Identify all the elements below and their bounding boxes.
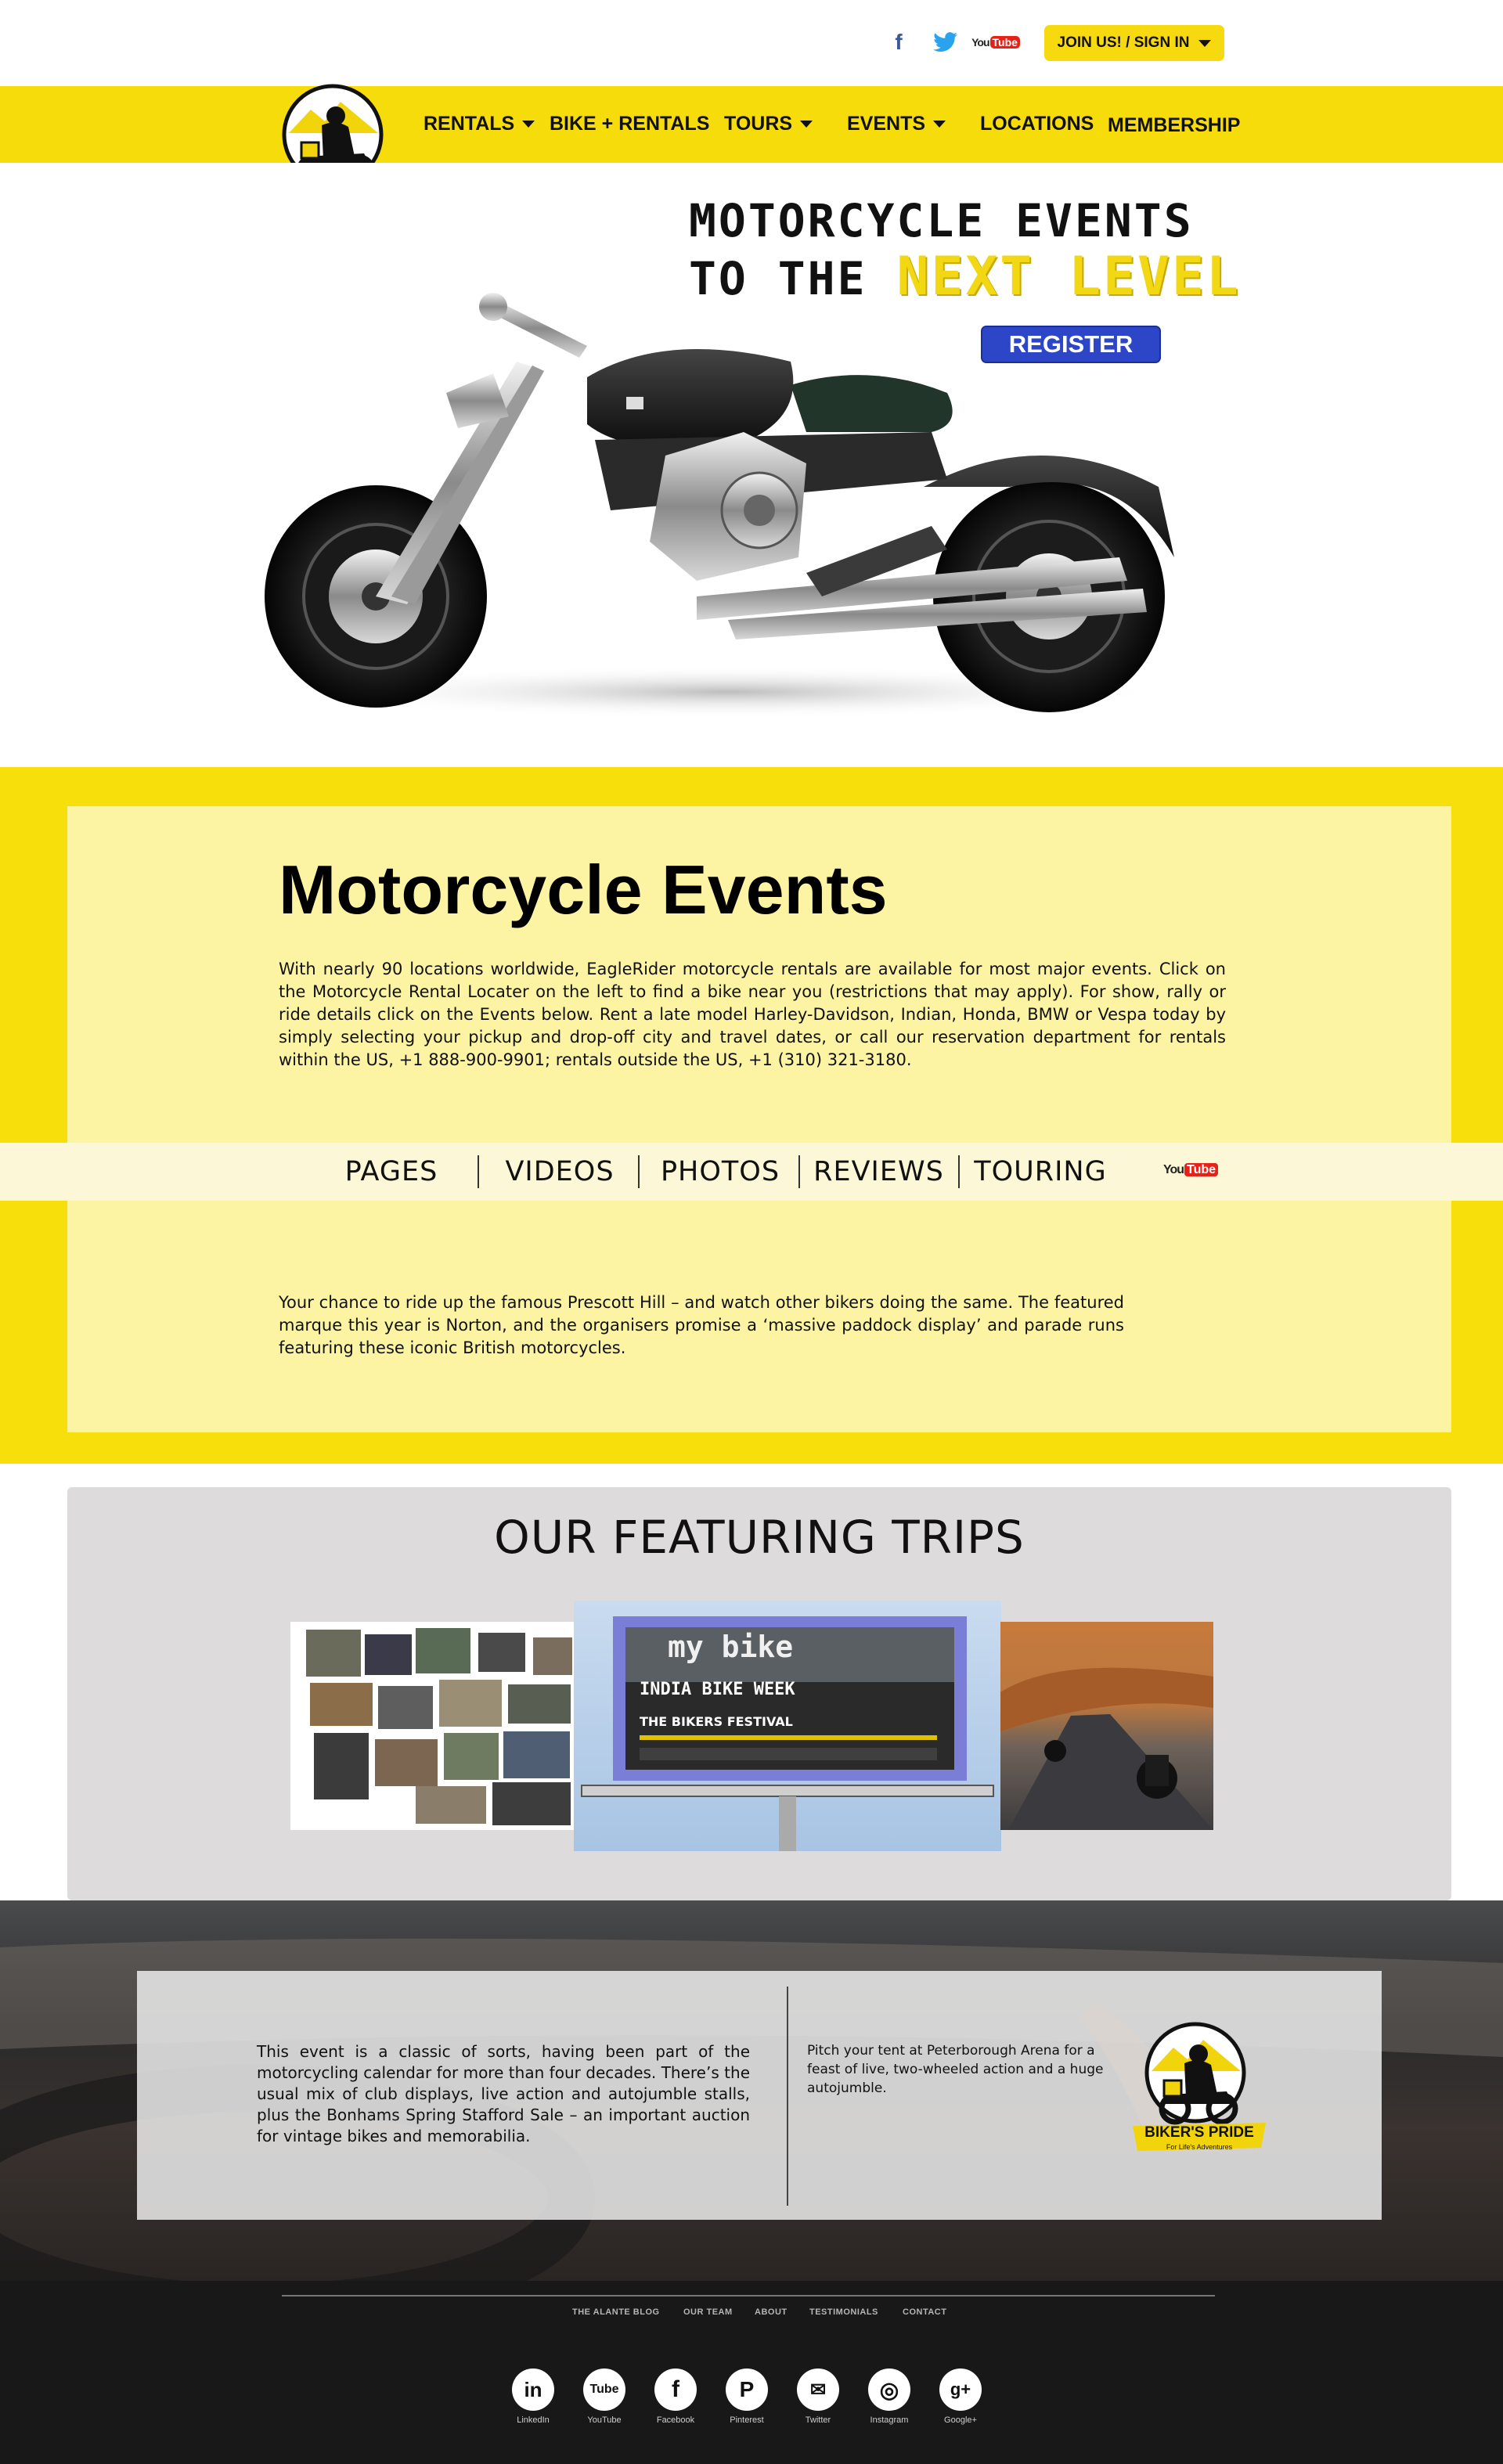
nav-locations[interactable]: LOCATIONS xyxy=(980,108,1094,139)
twitter-icon[interactable] xyxy=(932,30,960,55)
youtube-icon[interactable]: You Tube xyxy=(971,30,1020,55)
tab-divider xyxy=(638,1155,640,1188)
hero-headline-highlight: NEXT LEVEL xyxy=(896,246,1241,308)
footer-link-blog[interactable]: THE ALANTE BLOG xyxy=(572,2307,660,2317)
social-label: LinkedIn xyxy=(517,2415,550,2425)
linkedin-icon: in xyxy=(512,2369,554,2411)
hero-banner: MOTORCYCLE EVENTS TO THE NEXT LEVEL REGI… xyxy=(0,163,1503,767)
footer-divider xyxy=(282,2295,1215,2296)
nav-events-label: EVENTS xyxy=(847,112,926,135)
join-signin-button[interactable]: JOIN US! / SIGN IN xyxy=(1044,25,1224,61)
tab-pages[interactable]: PAGES xyxy=(329,1143,454,1201)
twitter-icon: ✉ xyxy=(797,2369,839,2411)
twitter-link[interactable]: ✉ Twitter xyxy=(794,2369,842,2425)
trip-billboard-image[interactable]: my bike INDIA BIKE WEEK THE BIKERS FESTI… xyxy=(574,1601,1001,1851)
nav-rentals-label: RENTALS xyxy=(424,112,515,135)
billboard-title: my bike xyxy=(668,1630,793,1664)
events-tab-strip: PAGES VIDEOS PHOTOS REVIEWS TOURING You T… xyxy=(0,1143,1503,1201)
social-label: Twitter xyxy=(805,2415,831,2425)
footer-event-card: This event is a classic of sorts, having… xyxy=(137,1971,1382,2220)
instagram-link[interactable]: ◎ Instagram xyxy=(865,2369,914,2425)
footer-link-testimonials[interactable]: TESTIMONIALS xyxy=(809,2307,878,2317)
facebook-link[interactable]: f Facebook xyxy=(651,2369,700,2425)
youtube-word-tube: Tube xyxy=(1184,1163,1219,1176)
road-illustration xyxy=(1000,1667,1213,1830)
pinterest-link[interactable]: P Pinterest xyxy=(723,2369,771,2425)
tab-divider xyxy=(798,1155,800,1188)
top-bar: f You Tube JOIN US! / SIGN IN xyxy=(0,0,1503,86)
tab-reviews[interactable]: REVIEWS xyxy=(806,1143,951,1201)
linkedin-link[interactable]: in LinkedIn xyxy=(509,2369,557,2425)
chevron-down-icon xyxy=(522,120,535,128)
nav-tours[interactable]: TOURS xyxy=(724,108,813,139)
youtube-link[interactable]: Tube YouTube xyxy=(580,2369,629,2425)
logo-tagline: For Life's Adventures xyxy=(1166,2143,1233,2151)
tab-videos[interactable]: VIDEOS xyxy=(493,1143,626,1201)
trip-collage-image[interactable] xyxy=(290,1622,577,1830)
youtube-icon[interactable]: You Tube xyxy=(1163,1163,1219,1177)
tab-divider xyxy=(958,1155,960,1188)
billboard-festival: THE BIKERS FESTIVAL xyxy=(640,1714,793,1729)
hero-headline-line2: TO THE NEXT LEVEL xyxy=(689,246,1241,308)
main-nav: RENTALS BIKE + RENTALS TOURS EVENTS LOCA… xyxy=(0,86,1503,163)
google-plus-link[interactable]: g+ Google+ xyxy=(936,2369,985,2425)
featuring-trips-section: OUR FEATURING TRIPS my bike INDIA BIKE W… xyxy=(67,1487,1451,1900)
footer-link-contact[interactable]: CONTACT xyxy=(903,2307,946,2317)
social-label: Google+ xyxy=(944,2415,977,2425)
events-title: Motorcycle Events xyxy=(279,851,888,928)
nav-bike-rentals[interactable]: BIKE + RENTALS xyxy=(550,108,709,139)
nav-events[interactable]: EVENTS xyxy=(847,108,946,139)
facebook-icon: f xyxy=(654,2369,697,2411)
chevron-down-icon xyxy=(800,120,813,128)
collage-illustration xyxy=(306,1628,572,1825)
bikers-pride-logo-footer: BIKER'S PRIDE For Life's Adventures xyxy=(1133,2016,1266,2169)
join-signin-label: JOIN US! / SIGN IN xyxy=(1057,34,1190,51)
billboard-illustration: my bike INDIA BIKE WEEK THE BIKERS FESTI… xyxy=(581,1616,994,1851)
register-button[interactable]: REGISTER xyxy=(981,326,1161,363)
instagram-icon: ◎ xyxy=(868,2369,910,2411)
nav-tours-label: TOURS xyxy=(724,112,793,135)
youtube-word-you: You xyxy=(1163,1163,1184,1176)
pitch-tent-description: Pitch your tent at Peterborough Arena fo… xyxy=(807,2043,1104,2096)
trips-title: OUR FEATURING TRIPS xyxy=(494,1511,1025,1564)
hero-headline-prefix: TO THE xyxy=(689,252,897,305)
pinterest-icon: P xyxy=(726,2369,768,2411)
events-section: Motorcycle Events With nearly 90 locatio… xyxy=(0,767,1503,1464)
card-divider xyxy=(787,1987,788,2206)
prescott-description: Your chance to ride up the famous Presco… xyxy=(279,1293,1124,1357)
youtube-word-you: You xyxy=(971,36,989,49)
nav-rentals[interactable]: RENTALS xyxy=(424,108,535,139)
twitter-bird-shape xyxy=(933,32,957,52)
youtube-word-tube: Tube xyxy=(989,36,1020,49)
social-label: YouTube xyxy=(587,2415,622,2425)
nav-bike-rentals-label: BIKE + RENTALS xyxy=(550,112,710,135)
events-card: Motorcycle Events With nearly 90 locatio… xyxy=(67,806,1451,1432)
nav-membership[interactable]: MEMBERSHIP xyxy=(1108,110,1240,141)
site-footer: THE ALANTE BLOG OUR TEAM ABOUT TESTIMONI… xyxy=(0,2281,1503,2464)
tab-photos[interactable]: PHOTOS xyxy=(650,1143,791,1201)
nav-membership-label: MEMBERSHIP xyxy=(1108,113,1241,136)
tab-divider xyxy=(478,1155,479,1188)
social-label: Pinterest xyxy=(730,2415,764,2425)
facebook-icon[interactable]: f xyxy=(887,30,910,55)
hero-headline-line1: MOTORCYCLE EVENTS xyxy=(689,194,1194,247)
chevron-down-icon xyxy=(1198,39,1212,47)
footer-link-about[interactable]: ABOUT xyxy=(755,2307,788,2317)
events-description: With nearly 90 locations worldwide, Eagl… xyxy=(279,960,1226,1069)
chevron-down-icon xyxy=(933,120,946,128)
trip-road-image[interactable] xyxy=(1000,1622,1213,1830)
google-plus-icon: g+ xyxy=(939,2369,982,2411)
billboard-subtitle: INDIA BIKE WEEK xyxy=(640,1680,795,1699)
footer-link-team[interactable]: OUR TEAM xyxy=(683,2307,733,2317)
tab-touring[interactable]: TOURING xyxy=(966,1143,1115,1201)
logo-name: BIKER'S PRIDE xyxy=(1144,2124,1254,2141)
social-label: Facebook xyxy=(656,2415,695,2425)
youtube-icon: Tube xyxy=(583,2369,625,2411)
social-label: Instagram xyxy=(870,2415,909,2425)
nav-locations-label: LOCATIONS xyxy=(980,112,1094,135)
classic-event-description: This event is a classic of sorts, having… xyxy=(257,2042,750,2145)
